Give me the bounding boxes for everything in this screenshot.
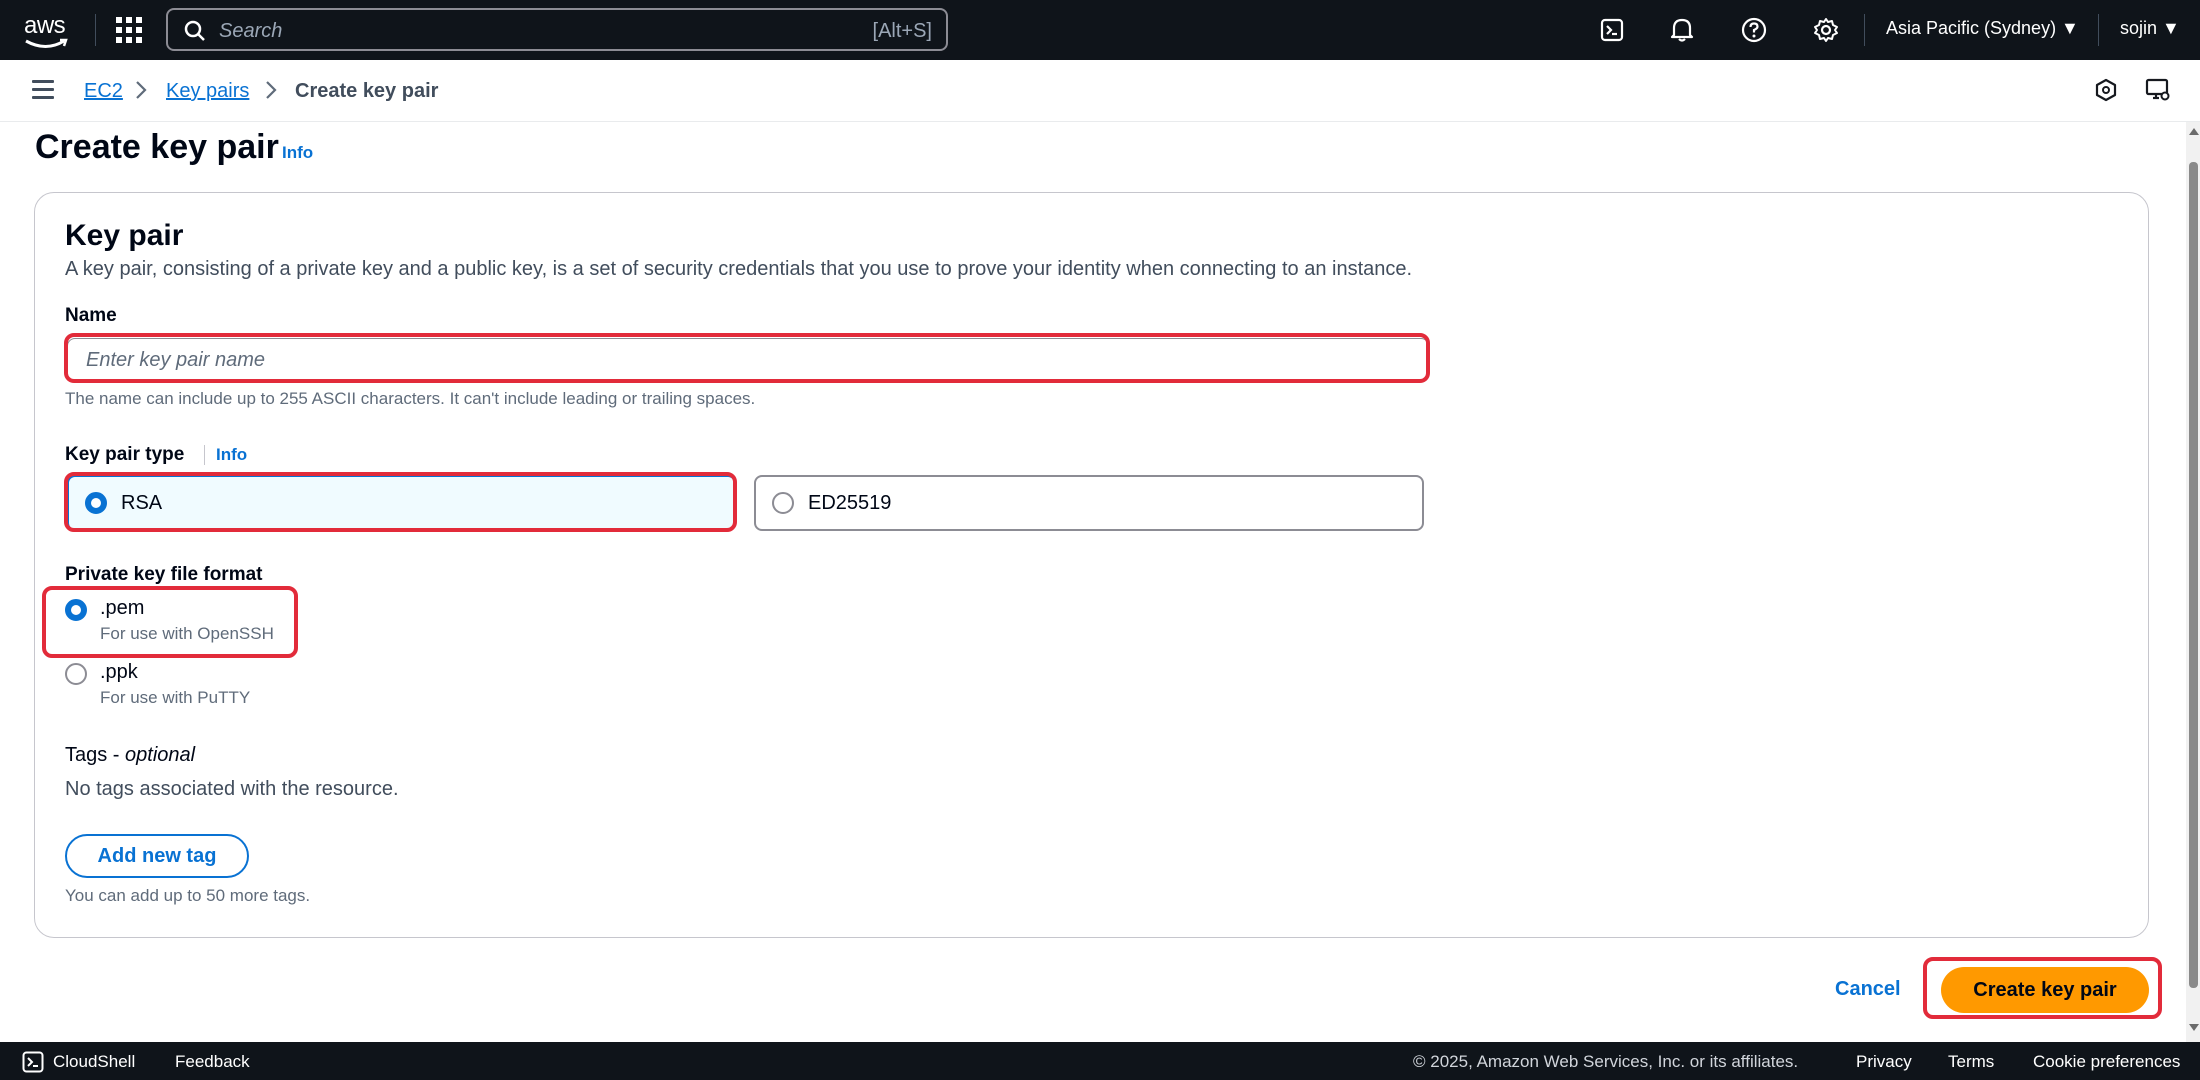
top-navigation: aws Search [Alt+S] Asia Pacific (Sydney)… <box>0 0 2200 60</box>
chevron-right-icon <box>136 81 147 99</box>
cancel-button[interactable]: Cancel <box>1835 978 1901 1001</box>
feedback-link[interactable]: Feedback <box>175 1052 250 1072</box>
page-info-link[interactable]: Info <box>282 143 313 163</box>
create-key-pair-button[interactable]: Create key pair <box>1941 967 2149 1013</box>
region-selector[interactable]: Asia Pacific (Sydney) ▼ <box>1886 18 2079 39</box>
cloudshell-icon[interactable] <box>1596 14 1628 46</box>
menu-hamburger-icon[interactable] <box>32 80 56 100</box>
aws-logo[interactable]: aws <box>22 10 72 50</box>
key-pair-card: Key pair A key pair, consisting of a pri… <box>34 192 2149 938</box>
settings-gear-icon[interactable] <box>1810 14 1842 46</box>
key-pair-name-input[interactable] <box>68 339 1428 381</box>
pem-radio[interactable] <box>65 599 87 621</box>
terms-link[interactable]: Terms <box>1948 1052 1994 1072</box>
notifications-bell-icon[interactable] <box>1666 14 1698 46</box>
nav-divider <box>95 14 96 46</box>
privacy-link[interactable]: Privacy <box>1856 1052 1912 1072</box>
breadcrumb-current: Create key pair <box>295 80 439 102</box>
breadcrumb-bar: EC2 Key pairs Create key pair <box>0 60 2200 122</box>
ppk-radio[interactable] <box>65 663 87 685</box>
ed25519-option-tile[interactable]: ED25519 <box>754 475 1424 531</box>
no-tags-text: No tags associated with the resource. <box>65 778 399 800</box>
nav-divider <box>1864 14 1865 46</box>
cookie-preferences-link[interactable]: Cookie preferences <box>2033 1052 2180 1072</box>
scroll-up-arrow-icon[interactable] <box>2189 128 2199 135</box>
card-description: A key pair, consisting of a private key … <box>65 258 1413 280</box>
rsa-option-tile[interactable]: RSA <box>67 475 736 531</box>
cloudshell-link[interactable]: CloudShell <box>53 1052 135 1072</box>
account-menu[interactable]: sojin ▼ <box>2120 18 2180 39</box>
chevron-right-icon <box>266 81 277 99</box>
ppk-description: For use with PuTTY <box>100 688 251 707</box>
ed25519-label: ED25519 <box>808 492 892 514</box>
name-hint: The name can include up to 255 ASCII cha… <box>65 389 756 408</box>
tags-label: Tags - optional <box>65 744 196 766</box>
add-new-tag-button[interactable]: Add new tag <box>65 834 249 878</box>
name-field[interactable] <box>67 338 1429 382</box>
services-grid-icon[interactable] <box>116 17 142 43</box>
search-icon <box>184 20 205 41</box>
footer-bar: CloudShell Feedback © 2025, Amazon Web S… <box>0 1042 2200 1080</box>
screen-settings-icon[interactable] <box>2142 74 2174 106</box>
scroll-down-arrow-icon[interactable] <box>2189 1024 2199 1031</box>
breadcrumb-ec2[interactable]: EC2 <box>84 80 123 103</box>
name-label: Name <box>65 305 117 326</box>
private-key-format-label: Private key file format <box>65 564 263 585</box>
rsa-radio[interactable] <box>85 492 107 514</box>
breadcrumb-key-pairs[interactable]: Key pairs <box>166 80 249 103</box>
page-title: Create key pair <box>35 128 279 166</box>
cloudshell-icon <box>22 1051 44 1073</box>
rsa-label: RSA <box>121 492 163 514</box>
tags-hint: You can add up to 50 more tags. <box>65 886 311 905</box>
key-pair-type-info-link[interactable]: Info <box>216 445 247 465</box>
pem-label[interactable]: .pem <box>100 597 144 620</box>
pem-description: For use with OpenSSH <box>100 624 274 643</box>
card-title: Key pair <box>65 219 184 252</box>
search-shortcut: [Alt+S] <box>872 20 932 42</box>
nav-divider <box>2098 14 2099 46</box>
aws-smile-icon <box>25 38 68 48</box>
copyright-text: © 2025, Amazon Web Services, Inc. or its… <box>1413 1052 1799 1071</box>
key-pair-type-label: Key pair type <box>65 444 185 465</box>
ppk-label[interactable]: .ppk <box>100 661 138 684</box>
search-placeholder: Search <box>219 20 283 42</box>
ed25519-radio[interactable] <box>772 492 794 514</box>
help-icon[interactable] <box>1738 14 1770 46</box>
search-bar[interactable]: Search [Alt+S] <box>166 8 948 51</box>
hexagon-status-icon[interactable] <box>2090 74 2122 106</box>
info-divider <box>204 445 205 465</box>
scrollbar-thumb[interactable] <box>2189 162 2198 988</box>
